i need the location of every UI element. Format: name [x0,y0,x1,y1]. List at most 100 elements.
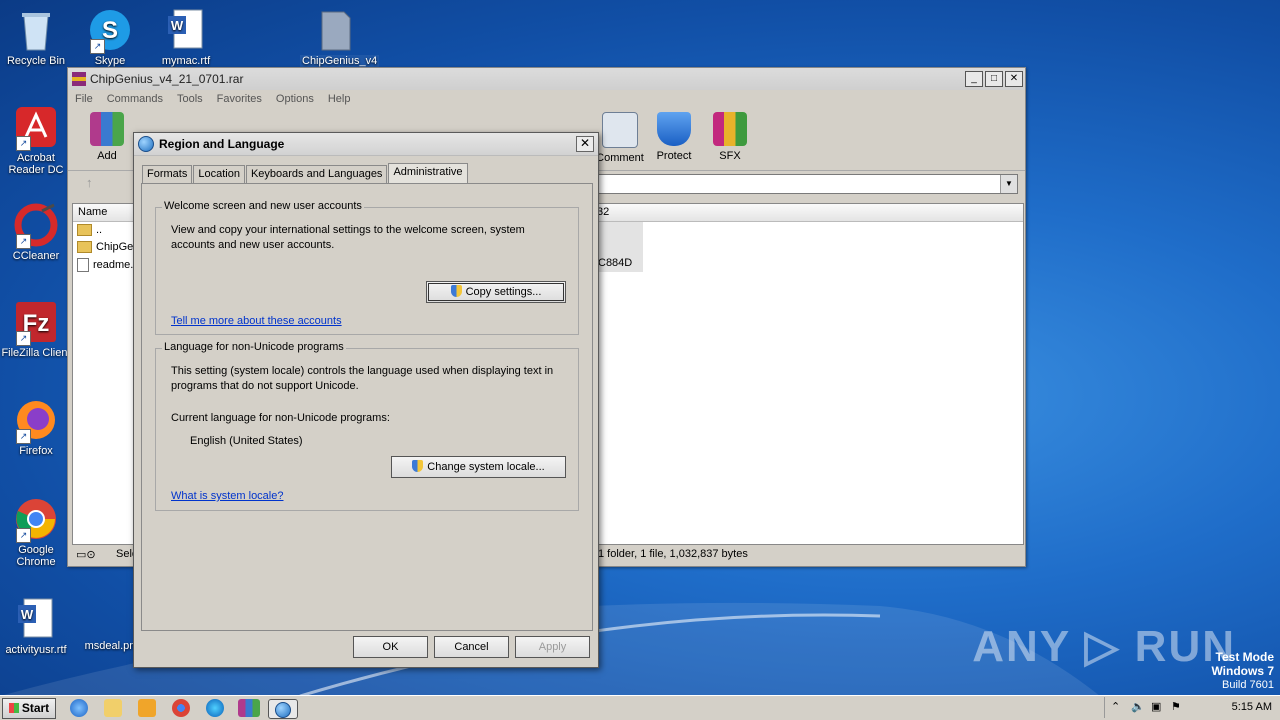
up-arrow-icon[interactable]: ↑ [86,175,93,190]
zip-folder-icon [314,8,358,52]
desktop-icon-label: Recycle Bin [6,55,66,67]
winrar-icon [72,72,86,86]
column-name[interactable]: Name [78,206,107,218]
winrar-title: ChipGenius_v4_21_0701.rar [90,72,244,86]
menu-tools[interactable]: Tools [177,93,203,105]
skype-icon: S ↗ [88,8,132,54]
copy-settings-button[interactable]: Copy settings... [426,281,566,303]
chrome-icon: ↗ [14,497,58,543]
explorer-folder-icon[interactable] [104,699,122,717]
word-document-icon: W [164,8,208,52]
menu-favorites[interactable]: Favorites [217,93,262,105]
list-item[interactable]: ChipGen [77,241,139,253]
status-summary: 1 folder, 1 file, 1,032,837 bytes [598,548,748,560]
edge-icon[interactable] [206,699,224,717]
cancel-button[interactable]: Cancel [434,636,509,658]
crc-cell: C884D [598,254,643,272]
folder-icon [77,224,92,236]
system-tray: ⌃ 🔈 ▣ ⚑ 5:15 AM [1104,697,1280,718]
maximize-button[interactable]: □ [985,71,1003,87]
ccleaner-icon: ↗ [14,203,58,249]
desktop-icon-acrobat[interactable]: ↗ Acrobat Reader DC [0,105,72,176]
desktop-icon-label: FileZilla Client [1,347,71,359]
current-language-value: English (United States) [190,435,303,447]
dialog-title: Region and Language [159,137,285,151]
internet-explorer-icon[interactable] [70,699,88,717]
list-item[interactable]: readme. [77,258,133,272]
desktop-icon-mymac-rtf[interactable]: W mymac.rtf [150,8,222,67]
sfx-button[interactable]: SFX [704,112,756,162]
start-button[interactable]: Start [2,698,56,719]
menu-commands[interactable]: Commands [107,93,163,105]
show-hidden-icons-icon[interactable]: ⌃ [1111,700,1120,713]
minimize-button[interactable]: _ [965,71,983,87]
selection-highlight [598,222,643,254]
menu-file[interactable]: File [75,93,93,105]
desktop-icon-label: Skype [94,55,126,67]
action-center-flag-icon[interactable]: ⚑ [1171,700,1181,713]
shortcut-arrow-icon: ↗ [16,528,31,543]
menu-options[interactable]: Options [276,93,314,105]
desktop-icon-filezilla[interactable]: Fz ↗ FileZilla Client [0,300,72,359]
current-language-label: Current language for non-Unicode program… [171,412,390,424]
tab-formats[interactable]: Formats [142,165,193,183]
globe-icon [275,702,291,718]
winrar-taskbar-icon[interactable] [238,699,260,717]
tab-location[interactable]: Location [193,165,245,183]
media-player-icon[interactable] [138,699,156,717]
windows-logo-icon [8,703,19,713]
desktop-icon-ccleaner[interactable]: ↗ CCleaner [0,203,72,262]
winrar-books-icon [90,112,124,146]
volume-icon[interactable]: 🔈 [1131,700,1145,713]
close-button[interactable]: ✕ [576,136,594,152]
welcome-screen-group: Welcome screen and new user accounts Vie… [155,200,579,335]
firefox-icon: ↗ [14,398,58,444]
group-legend: Language for non-Unicode programs [162,341,346,353]
menu-help[interactable]: Help [328,93,351,105]
tab-administrative[interactable]: Administrative [388,163,468,183]
ok-button[interactable]: OK [353,636,428,658]
shortcut-arrow-icon: ↗ [16,136,31,151]
chevron-down-icon[interactable]: ▼ [1000,175,1017,193]
desktop-icon-recycle-bin[interactable]: Recycle Bin [0,8,72,67]
desktop-icon-label: Acrobat Reader DC [8,152,64,176]
apply-button[interactable]: Apply [515,636,590,658]
test-mode-notice: Test Mode Windows 7 Build 7601 [1211,650,1274,692]
what-is-system-locale-link[interactable]: What is system locale? [171,490,283,502]
desktop-icon-firefox[interactable]: ↗ Firefox [0,398,72,457]
file-icon [77,258,89,272]
change-system-locale-button[interactable]: Change system locale... [391,456,566,478]
shield-icon [657,112,691,146]
shortcut-arrow-icon: ↗ [16,234,31,249]
list-item[interactable]: .. [77,224,102,236]
path-combobox[interactable]: ▼ [598,174,1018,194]
tell-me-more-link[interactable]: Tell me more about these accounts [171,315,342,327]
desktop-icon-label: Firefox [19,445,53,457]
region-language-taskbar-icon[interactable] [268,699,298,719]
network-icon[interactable]: ▣ [1151,700,1161,713]
group-description: View and copy your international setting… [171,224,525,251]
tab-keyboards-languages[interactable]: Keyboards and Languages [245,165,388,183]
region-language-dialog: Region and Language ✕ Formats Location K… [133,132,599,668]
desktop-icon-skype[interactable]: S ↗ Skype [74,8,146,67]
svg-text:W: W [171,18,184,33]
non-unicode-group: Language for non-Unicode programs This s… [155,341,579,511]
dialog-titlebar[interactable]: Region and Language ✕ [134,133,598,156]
protect-button[interactable]: Protect [648,112,700,162]
add-button[interactable]: Add [81,112,133,162]
taskbar: Start ⌃ 🔈 ▣ ⚑ 5:15 AM [0,695,1280,720]
comment-icon [602,112,638,148]
desktop-icon-chipgenius[interactable]: ChipGenius_v4 [300,8,380,67]
uac-shield-icon [450,285,462,297]
comment-button[interactable]: Comment [594,112,646,164]
desktop-icon-label: CCleaner [12,250,60,262]
globe-icon [138,136,154,152]
administrative-tab-page: Welcome screen and new user accounts Vie… [141,183,593,631]
shortcut-arrow-icon: ↗ [16,429,31,444]
recycle-bin-icon [14,8,58,52]
clock[interactable]: 5:15 AM [1232,701,1272,713]
close-button[interactable]: ✕ [1005,71,1023,87]
winrar-titlebar[interactable]: ChipGenius_v4_21_0701.rar _ □ ✕ [68,68,1025,90]
chrome-icon[interactable] [172,699,190,717]
group-description: This setting (system locale) controls th… [171,365,554,392]
